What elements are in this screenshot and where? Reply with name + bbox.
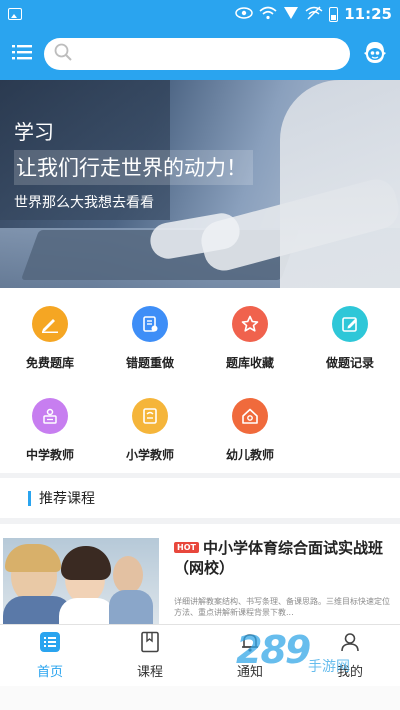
grid-item-label: 小学教师 — [125, 448, 174, 462]
tab-notifications[interactable]: 通知 — [200, 625, 300, 686]
no-sim-icon — [305, 5, 323, 23]
course-title-text: 中小学体育综合面试实战班（网校） — [174, 539, 383, 577]
search-icon — [54, 43, 72, 65]
tab-courses[interactable]: 课程 — [100, 625, 200, 686]
app-screen: 11:25 学习 让我们行走世界的动力！ 世界那么大我想去看看 免费题库 错题重… — [0, 0, 400, 710]
grid-item-redo-mistakes[interactable]: 错题重做 — [100, 288, 200, 378]
thumb-student-shirt-2 — [59, 598, 115, 624]
signal-icon — [283, 6, 299, 23]
status-bar: 11:25 — [0, 0, 400, 28]
banner-slogan: 让我们行走世界的动力！ — [14, 150, 253, 185]
image-icon — [8, 8, 22, 20]
system-navigation-bar — [0, 686, 400, 710]
search-bar[interactable] — [44, 38, 350, 70]
grid-item-label: 做题记录 — [325, 356, 374, 370]
section-accent-bar — [28, 490, 31, 506]
grid-item-primary-school-teacher[interactable]: 小学教师 — [100, 380, 200, 470]
list-icon — [12, 44, 32, 64]
section-title: 推荐课程 — [39, 491, 95, 507]
battery-icon — [329, 6, 339, 22]
status-time: 11:25 — [344, 5, 392, 23]
profile-avatar-button[interactable] — [350, 28, 400, 80]
tab-label: 通知 — [236, 665, 263, 680]
grid-item-label: 中学教师 — [25, 448, 74, 462]
home-icon — [39, 631, 61, 657]
bottom-tab-bar: 首页 课程 通知 我的 — [0, 624, 400, 686]
house-icon — [232, 398, 268, 434]
avatar-icon — [361, 38, 389, 70]
thumb-student-hair-1 — [5, 544, 61, 572]
course-thumbnail — [3, 538, 159, 624]
tab-home[interactable]: 首页 — [0, 625, 100, 686]
teacher-icon — [32, 398, 68, 434]
user-icon — [339, 631, 361, 657]
banner-person — [280, 80, 400, 288]
course-title: HOT 中小学体育综合面试实战班（网校） — [174, 538, 390, 578]
thumb-student-hair-2 — [61, 546, 111, 580]
grid-item-kindergarten-teacher[interactable]: 幼儿教师 — [200, 380, 300, 470]
grid-item-label: 错题重做 — [125, 356, 174, 370]
grid-item-label: 幼儿教师 — [225, 448, 274, 462]
tab-label: 首页 — [36, 665, 63, 680]
hero-banner[interactable]: 学习 让我们行走世界的动力！ 世界那么大我想去看看 — [0, 80, 400, 288]
menu-button[interactable] — [0, 28, 44, 80]
edit-icon — [332, 306, 368, 342]
document-icon — [132, 306, 168, 342]
feature-grid: 免费题库 错题重做 题库收藏 做题记录 中学教师 小学教师 幼儿教师 — [0, 288, 400, 473]
banner-heading: 学习 — [14, 120, 54, 144]
search-input[interactable] — [78, 40, 350, 68]
tab-label: 课程 — [136, 665, 163, 680]
book-icon — [132, 398, 168, 434]
grid-item-practice-record[interactable]: 做题记录 — [300, 288, 400, 378]
grid-item-label: 免费题库 — [25, 356, 74, 370]
eye-icon — [235, 6, 253, 22]
hot-badge: HOT — [174, 542, 199, 553]
course-card[interactable]: HOT 中小学体育综合面试实战班（网校） 详细讲解教案结构、书写条理、备课思路。三… — [0, 524, 400, 624]
grid-item-free-questions[interactable]: 免费题库 — [0, 288, 100, 378]
thumb-student-face-3 — [113, 556, 143, 594]
bell-icon — [239, 631, 261, 657]
recommended-courses-header: 推荐课程 — [0, 478, 400, 518]
grid-item-middle-school-teacher[interactable]: 中学教师 — [0, 380, 100, 470]
app-header — [0, 28, 400, 80]
star-icon — [232, 306, 268, 342]
course-description: 详细讲解教案结构、书写条理、备课思路。三维目标快速定位方法、重点讲解新课程背景下… — [174, 597, 390, 617]
tab-profile[interactable]: 我的 — [300, 625, 400, 686]
wifi-icon — [259, 6, 277, 23]
tab-label: 我的 — [336, 665, 363, 680]
banner-subtitle: 世界那么大我想去看看 — [14, 195, 154, 211]
pencil-icon — [32, 306, 68, 342]
course-icon — [139, 631, 161, 657]
grid-item-label: 题库收藏 — [225, 356, 274, 370]
grid-item-favorites[interactable]: 题库收藏 — [200, 288, 300, 378]
thumb-student-shirt-3 — [109, 590, 153, 624]
